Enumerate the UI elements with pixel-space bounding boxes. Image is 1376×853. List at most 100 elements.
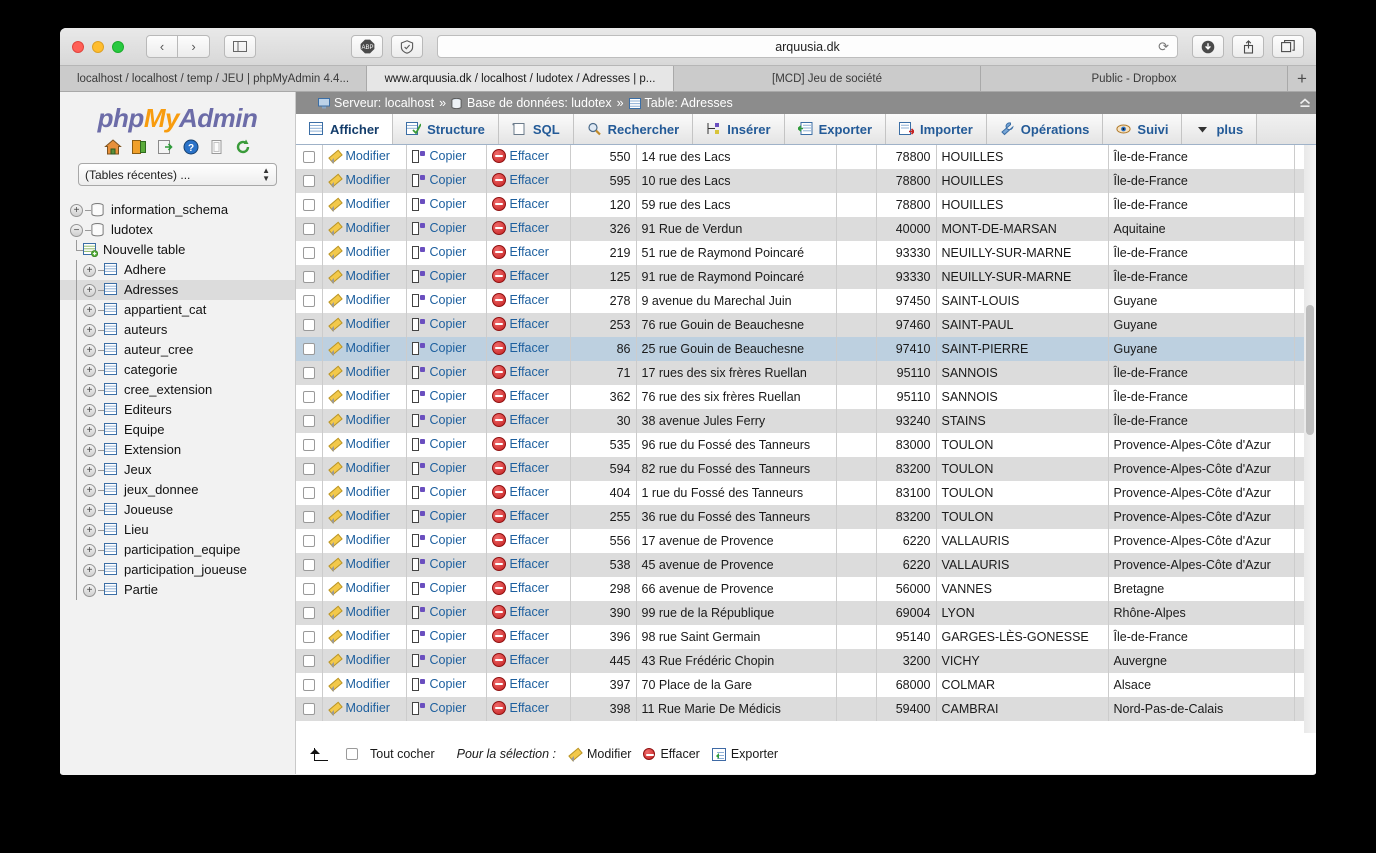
row-checkbox[interactable] bbox=[302, 583, 315, 595]
table-row[interactable]: Modifier Copier Effacer 550 14 rue des Lacs 7… bbox=[296, 145, 1316, 169]
edit-link[interactable]: Modifier bbox=[328, 245, 390, 260]
row-checkbox[interactable] bbox=[302, 199, 315, 211]
tree-expander[interactable]: + bbox=[83, 483, 96, 497]
tree-item-nouvelle-table[interactable]: Nouvelle table bbox=[60, 240, 295, 260]
collapse-up-icon[interactable] bbox=[1294, 92, 1316, 114]
tree-expander[interactable]: + bbox=[83, 263, 96, 277]
row-checkbox[interactable] bbox=[302, 535, 315, 547]
row-checkbox[interactable] bbox=[302, 631, 315, 643]
adblock-icon[interactable]: ABP bbox=[351, 35, 383, 58]
tab-exporter[interactable]: Exporter bbox=[784, 114, 887, 144]
bulk-export-button[interactable]: Exporter bbox=[711, 747, 778, 761]
row-copy-cell[interactable]: Copier bbox=[406, 169, 487, 193]
delete-link[interactable]: Effacer bbox=[491, 220, 549, 235]
tree-expander[interactable]: + bbox=[83, 383, 96, 397]
tree-item-participation-equipe[interactable]: + participation_equipe bbox=[60, 540, 295, 560]
row-checkbox-cell[interactable] bbox=[296, 673, 323, 697]
row-edit-cell[interactable]: Modifier bbox=[322, 169, 407, 193]
row-copy-cell[interactable]: Copier bbox=[406, 265, 487, 289]
row-checkbox-cell[interactable] bbox=[296, 529, 323, 553]
row-checkbox[interactable] bbox=[302, 463, 315, 475]
breadcrumb-table[interactable]: Table: Adresses bbox=[645, 96, 733, 110]
row-copy-cell[interactable]: Copier bbox=[406, 193, 487, 217]
row-checkbox[interactable] bbox=[302, 439, 315, 451]
tree-item-jeux[interactable]: + Jeux bbox=[60, 460, 295, 480]
row-checkbox-cell[interactable] bbox=[296, 409, 323, 433]
delete-link[interactable]: Effacer bbox=[491, 604, 549, 619]
row-checkbox[interactable] bbox=[302, 319, 315, 331]
edit-link[interactable]: Modifier bbox=[328, 533, 390, 548]
table-row[interactable]: Modifier Copier Effacer 326 91 Rue de Verdun… bbox=[296, 217, 1316, 241]
copy-link[interactable]: Copier bbox=[411, 293, 466, 307]
copy-link[interactable]: Copier bbox=[411, 173, 466, 187]
table-row[interactable]: Modifier Copier Effacer 556 17 avenue de Pro… bbox=[296, 529, 1316, 553]
row-copy-cell[interactable]: Copier bbox=[406, 289, 487, 313]
row-checkbox[interactable] bbox=[302, 391, 315, 403]
shield-icon[interactable] bbox=[391, 35, 423, 58]
table-row[interactable]: Modifier Copier Effacer 397 70 Place de la G… bbox=[296, 673, 1316, 697]
row-edit-cell[interactable]: Modifier bbox=[322, 673, 407, 697]
tree-item-extension[interactable]: + Extension bbox=[60, 440, 295, 460]
table-row[interactable]: Modifier Copier Effacer 219 51 rue de Raymon… bbox=[296, 241, 1316, 265]
row-edit-cell[interactable]: Modifier bbox=[322, 217, 407, 241]
bulk-edit-button[interactable]: Modifier bbox=[568, 747, 631, 762]
tab-plus[interactable]: plus bbox=[1182, 114, 1258, 144]
tree-expander[interactable]: + bbox=[83, 523, 96, 537]
docs-icon[interactable] bbox=[208, 138, 226, 156]
tab-rechercher[interactable]: Rechercher bbox=[573, 114, 694, 144]
row-checkbox-cell[interactable] bbox=[296, 433, 323, 457]
delete-link[interactable]: Effacer bbox=[491, 532, 549, 547]
row-delete-cell[interactable]: Effacer bbox=[486, 457, 571, 481]
row-checkbox-cell[interactable] bbox=[296, 649, 323, 673]
row-delete-cell[interactable]: Effacer bbox=[486, 553, 571, 577]
row-checkbox-cell[interactable] bbox=[296, 457, 323, 481]
tree-expander[interactable]: + bbox=[83, 543, 96, 557]
breadcrumb-server[interactable]: Serveur: localhost bbox=[334, 96, 434, 110]
row-copy-cell[interactable]: Copier bbox=[406, 337, 487, 361]
table-row[interactable]: Modifier Copier Effacer 535 96 rue du Fossé … bbox=[296, 433, 1316, 457]
row-checkbox-cell[interactable] bbox=[296, 577, 323, 601]
row-delete-cell[interactable]: Effacer bbox=[486, 217, 571, 241]
table-row[interactable]: Modifier Copier Effacer 71 17 rues des six f… bbox=[296, 361, 1316, 385]
copy-link[interactable]: Copier bbox=[411, 197, 466, 211]
edit-link[interactable]: Modifier bbox=[328, 149, 390, 164]
tree-item-auteurs[interactable]: + auteurs bbox=[60, 320, 295, 340]
row-copy-cell[interactable]: Copier bbox=[406, 217, 487, 241]
delete-link[interactable]: Effacer bbox=[491, 340, 549, 355]
help-icon[interactable]: ? bbox=[182, 138, 200, 156]
home-icon[interactable] bbox=[103, 138, 122, 156]
row-checkbox-cell[interactable] bbox=[296, 241, 323, 265]
tree-item-equipe[interactable]: + Equipe bbox=[60, 420, 295, 440]
phpmyadmin-logo[interactable]: phpMyAdmin bbox=[60, 92, 295, 134]
delete-link[interactable]: Effacer bbox=[491, 652, 549, 667]
row-copy-cell[interactable]: Copier bbox=[406, 601, 487, 625]
delete-link[interactable]: Effacer bbox=[491, 388, 549, 403]
copy-link[interactable]: Copier bbox=[411, 365, 466, 379]
row-edit-cell[interactable]: Modifier bbox=[322, 481, 407, 505]
row-checkbox[interactable] bbox=[302, 655, 315, 667]
tree-item-editeurs[interactable]: + Editeurs bbox=[60, 400, 295, 420]
row-copy-cell[interactable]: Copier bbox=[406, 697, 487, 721]
edit-link[interactable]: Modifier bbox=[328, 221, 390, 236]
vertical-scrollbar-thumb[interactable] bbox=[1306, 305, 1314, 435]
tree-item-participation-joueuse[interactable]: + participation_joueuse bbox=[60, 560, 295, 580]
row-checkbox[interactable] bbox=[302, 679, 315, 691]
tree-expander[interactable]: + bbox=[83, 583, 96, 597]
delete-link[interactable]: Effacer bbox=[491, 268, 549, 283]
table-row[interactable]: Modifier Copier Effacer 398 11 Rue Marie De … bbox=[296, 697, 1316, 721]
row-copy-cell[interactable]: Copier bbox=[406, 625, 487, 649]
row-checkbox-cell[interactable] bbox=[296, 505, 323, 529]
edit-link[interactable]: Modifier bbox=[328, 293, 390, 308]
tree-expander[interactable]: + bbox=[83, 403, 96, 417]
row-checkbox-cell[interactable] bbox=[296, 385, 323, 409]
row-delete-cell[interactable]: Effacer bbox=[486, 337, 571, 361]
table-row[interactable]: Modifier Copier Effacer 278 9 avenue du Mare… bbox=[296, 289, 1316, 313]
row-edit-cell[interactable]: Modifier bbox=[322, 457, 407, 481]
copy-link[interactable]: Copier bbox=[411, 701, 466, 715]
row-copy-cell[interactable]: Copier bbox=[406, 361, 487, 385]
tree-item-appartient-cat[interactable]: + appartient_cat bbox=[60, 300, 295, 320]
row-edit-cell[interactable]: Modifier bbox=[322, 577, 407, 601]
row-delete-cell[interactable]: Effacer bbox=[486, 385, 571, 409]
row-copy-cell[interactable]: Copier bbox=[406, 241, 487, 265]
row-delete-cell[interactable]: Effacer bbox=[486, 265, 571, 289]
